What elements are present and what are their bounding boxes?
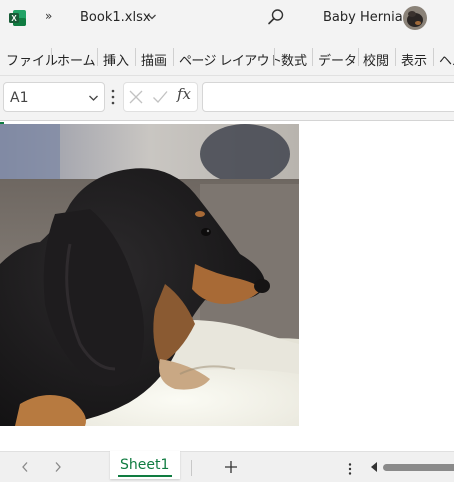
tab-separator [51, 48, 52, 66]
file-name[interactable]: Book1.xlsx [80, 10, 151, 25]
formula-input[interactable] [202, 82, 454, 112]
tab-help[interactable]: ヘル [439, 50, 454, 69]
name-box-value: A1 [10, 90, 29, 106]
tab-view[interactable]: 表示 [401, 50, 427, 69]
more-vertical-icon[interactable] [347, 462, 353, 476]
tab-separator [358, 48, 359, 66]
excel-logo-icon[interactable]: X [9, 9, 27, 27]
tab-separator [135, 48, 136, 66]
chevron-right-icon[interactable] [53, 461, 63, 473]
tab-draw[interactable]: 描画 [141, 50, 167, 69]
add-sheet-icon[interactable] [223, 459, 239, 475]
formula-bar-row: A1 fx [0, 76, 454, 120]
name-box[interactable]: A1 [3, 82, 105, 112]
sheet-tab-sheet1[interactable]: Sheet1 [110, 451, 180, 479]
tab-page-layout[interactable]: ページ レイアウト [179, 50, 282, 69]
tab-separator [97, 48, 98, 66]
tab-separator [173, 48, 174, 66]
sheet-tab-bar: Sheet1 [0, 451, 454, 482]
tab-separator [312, 48, 313, 66]
tab-divider [191, 460, 192, 476]
active-tab-underline [118, 475, 172, 477]
insert-function-button[interactable]: fx [177, 85, 191, 103]
tab-formulas[interactable]: 数式 [281, 50, 307, 69]
avatar[interactable] [403, 6, 427, 30]
scroll-left-icon[interactable] [370, 462, 378, 472]
quick-access-more-button[interactable]: » [45, 9, 52, 23]
tab-review[interactable]: 校閲 [363, 50, 389, 69]
tab-separator [395, 48, 396, 66]
chevron-down-icon[interactable] [88, 92, 99, 104]
tab-separator [433, 48, 434, 66]
horizontal-scrollbar-thumb[interactable] [383, 464, 454, 471]
svg-text:X: X [11, 14, 17, 23]
search-icon[interactable] [267, 8, 285, 26]
ribbon-tabs: ファイル ホーム 挿入 描画 ページ レイアウト 数式 データ 校閲 表示 ヘル [0, 36, 454, 76]
user-name[interactable]: Baby Hernia [323, 10, 403, 25]
chevron-left-icon[interactable] [20, 461, 30, 473]
tab-data[interactable]: データ [318, 50, 357, 69]
cancel-icon[interactable] [128, 89, 144, 105]
tab-insert[interactable]: 挿入 [103, 50, 129, 69]
checkmark-icon[interactable] [152, 89, 168, 105]
chevron-down-icon[interactable] [147, 10, 157, 24]
dachshund-photo[interactable] [0, 124, 299, 426]
worksheet-grid[interactable] [0, 120, 454, 451]
title-bar: X » Book1.xlsx Baby Hernia [0, 0, 454, 36]
more-vertical-icon[interactable] [110, 88, 116, 106]
tab-home[interactable]: ホーム [57, 50, 96, 69]
tab-separator [274, 48, 275, 66]
sheet-tab-label: Sheet1 [120, 457, 170, 473]
